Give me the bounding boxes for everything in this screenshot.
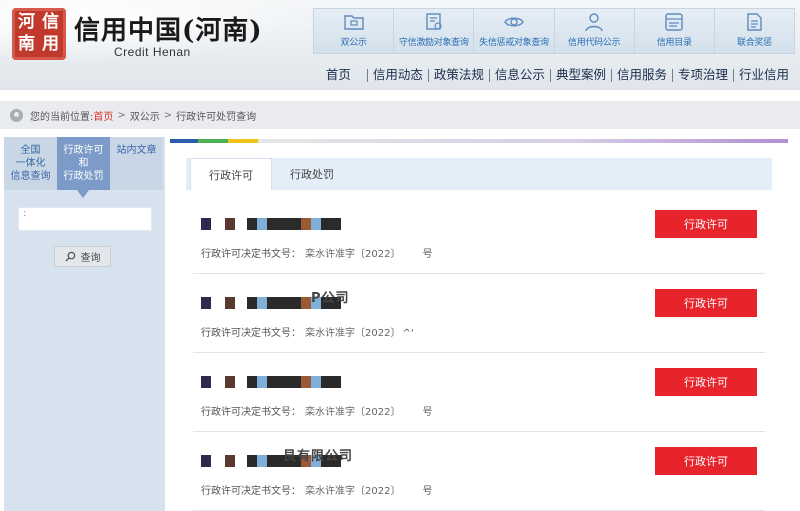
quick-link-credit-catalog[interactable]: 信用目录	[634, 9, 715, 53]
nav-item-cases[interactable]: 典型案例	[551, 67, 611, 83]
tab-label-line: 行政处罚	[63, 171, 104, 182]
list-item[interactable]: 艮有限公司 行政许可决定书文号： 栾水许准字〔2022〕 号 行政许可	[193, 432, 765, 511]
sidebar-tab-permit-penalty[interactable]: 行政许可 和 行政处罚	[57, 137, 110, 198]
breadcrumb-separator: >	[163, 109, 173, 121]
document-icon	[747, 13, 763, 31]
site-header: 河 信 南 用 信用中国(河南) Credit Henan 双公示 守信激励对象…	[0, 0, 800, 90]
site-title: 信用中国(河南)	[74, 16, 263, 46]
location-icon	[10, 108, 23, 122]
sidebar-search-button[interactable]: 查询	[54, 246, 111, 267]
decision-label: 行政许可决定书文号：	[201, 486, 301, 497]
redacted-company-name	[201, 375, 341, 389]
user-icon	[585, 13, 603, 32]
search-button-label: 查询	[80, 253, 101, 264]
breadcrumb-separator: >	[117, 109, 126, 121]
seal-char-2: 信	[42, 12, 59, 32]
permit-badge-button[interactable]: 行政许可	[655, 210, 757, 238]
decision-number: 行政许可决定书文号： 栾水许准字〔2022〕 ^'	[201, 324, 414, 339]
content-tabs: 行政许可 行政处罚	[186, 158, 772, 190]
decision-value: 栾水许准字〔2022〕	[305, 486, 401, 497]
tab-label-line: 和	[78, 158, 89, 169]
tab-label-line: 信息查询	[10, 171, 51, 182]
decision-value: 栾水许准字〔2022〕	[305, 407, 401, 418]
list-item[interactable]: P公司 行政许可决定书文号： 栾水许准字〔2022〕 ^' 行政许可	[193, 274, 765, 353]
breadcrumb-home-link[interactable]: 首页	[93, 108, 113, 123]
decision-suffix: 号	[422, 407, 433, 418]
company-name-fragment: 艮有限公司	[283, 449, 354, 464]
quick-link-label: 联合奖惩	[737, 38, 772, 48]
nav-item-info-publicity[interactable]: 信息公示	[490, 67, 550, 83]
eye-icon	[504, 17, 524, 27]
nav-item-home[interactable]: 首页	[321, 67, 367, 83]
decision-value: 栾水许准字〔2022〕	[305, 328, 401, 339]
certificate-icon	[426, 13, 442, 30]
seal-char-4: 用	[42, 34, 59, 54]
decision-number: 行政许可决定书文号： 栾水许准字〔2022〕 号	[201, 245, 432, 260]
quick-link-punishment-query[interactable]: 失信惩戒对象查询	[474, 9, 555, 53]
company-name-fragment: P公司	[311, 291, 350, 306]
breadcrumb-prefix: 您的当前位置:	[30, 111, 94, 123]
quick-link-credit-code[interactable]: 信用代码公示	[554, 9, 635, 53]
search-icon	[64, 251, 75, 262]
list-item[interactable]: 行政许可决定书文号： 栾水许准字〔2022〕 号 行政许可	[193, 195, 765, 274]
site-subtitle: Credit Henan	[114, 45, 191, 59]
quick-link-incentive-query[interactable]: 守信激励对象查询	[394, 9, 475, 53]
permit-badge-button[interactable]: 行政许可	[655, 447, 757, 475]
tab-label-line: 一体化	[15, 158, 46, 169]
nav-item-industry[interactable]: 行业信用	[734, 67, 794, 83]
decision-suffix: ^'	[402, 328, 414, 339]
nav-item-news[interactable]: 信用动态	[368, 67, 428, 83]
tab-admin-penalty[interactable]: 行政处罚	[272, 158, 352, 190]
tab-label-line: 全国	[20, 145, 41, 156]
seal-char-3: 南	[18, 34, 35, 54]
sidebar-tab-site-articles[interactable]: 站内文章	[110, 137, 163, 190]
nav-item-policy[interactable]: 政策法规	[429, 67, 489, 83]
content-color-bar	[170, 139, 788, 143]
breadcrumb: 您的当前位置: 首页 > 双公示 > 行政许可处罚查询	[0, 101, 800, 129]
decision-suffix: 号	[422, 249, 433, 260]
quick-link-double-publicity[interactable]: 双公示	[314, 9, 395, 53]
quick-link-label: 失信惩戒对象查询	[479, 38, 549, 48]
logo-seal[interactable]: 河 信 南 用	[12, 8, 66, 60]
quick-link-joint-reward[interactable]: 联合奖惩	[714, 9, 795, 53]
decision-label: 行政许可决定书文号：	[201, 328, 301, 339]
decision-number: 行政许可决定书文号： 栾水许准字〔2022〕 号	[201, 403, 432, 418]
quick-links: 双公示 守信激励对象查询 失信惩戒对象查询 信用代码公示 信用目录 联合奖惩	[313, 8, 795, 54]
quick-link-label: 信用目录	[656, 38, 692, 48]
tab-label-line: 站内文章	[116, 145, 157, 156]
decision-number: 行政许可决定书文号： 栾水许准字〔2022〕 号	[201, 482, 432, 497]
quick-link-label: 守信激励对象查询	[398, 38, 469, 48]
seal-char-1: 河	[18, 12, 35, 32]
sidebar: 全国 一体化 信息查询 行政许可 和 行政处罚 站内文章 : 查询	[4, 137, 165, 511]
redacted-company-name	[201, 217, 341, 231]
result-list: 行政许可决定书文号： 栾水许准字〔2022〕号 行政许可 P公司 行政许可决定书文…	[193, 195, 765, 511]
breadcrumb-level1[interactable]: 双公示	[130, 108, 160, 123]
decision-value: 栾水许准字〔2022〕	[305, 249, 401, 260]
permit-badge-button[interactable]: 行政许可	[655, 368, 757, 396]
nav-item-special[interactable]: 专项治理	[673, 67, 733, 83]
tab-label-line: 行政许可	[63, 145, 104, 156]
sidebar-tabs: 全国 一体化 信息查询 行政许可 和 行政处罚 站内文章	[4, 137, 165, 198]
list-item[interactable]: 行政许可决定书文号： 栾水许准字〔2022〕 号 行政许可	[193, 353, 765, 432]
quick-link-label: 双公示	[340, 38, 367, 48]
tab-admin-permit[interactable]: 行政许可	[190, 158, 272, 190]
catalog-icon	[665, 13, 683, 31]
folder-icon	[343, 15, 364, 30]
breadcrumb-current: 行政许可处罚查询	[176, 111, 257, 123]
sidebar-search-input[interactable]: :	[18, 207, 152, 231]
decision-suffix: 号	[422, 486, 433, 497]
nav-item-services[interactable]: 信用服务	[612, 67, 672, 83]
decision-label: 行政许可决定书文号：	[201, 407, 301, 418]
main-nav: 首页 信用动态 政策法规 信息公示 典型案例 信用服务 专项治理 行业信用	[300, 64, 800, 86]
permit-badge-button[interactable]: 行政许可	[655, 289, 757, 317]
sidebar-tab-national-query[interactable]: 全国 一体化 信息查询	[4, 137, 57, 190]
quick-link-label: 信用代码公示	[568, 38, 621, 48]
decision-label: 行政许可决定书文号：	[201, 249, 301, 260]
